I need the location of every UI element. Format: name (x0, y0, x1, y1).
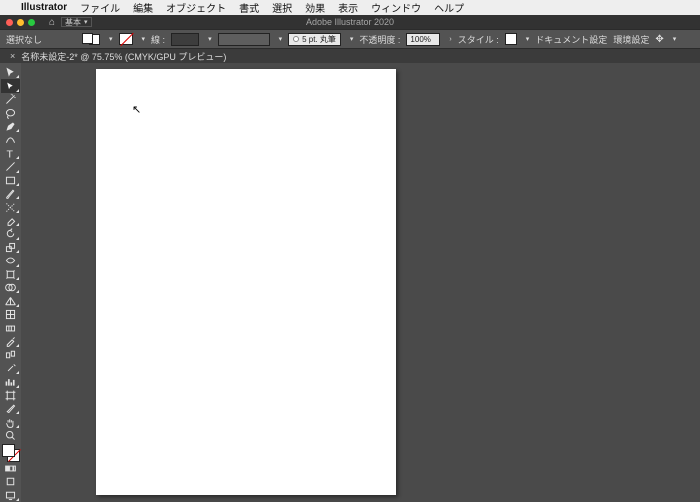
document-tab-label: 名称未設定-2* @ 75.75% (CMYK/GPU プレビュー) (21, 50, 226, 63)
selection-tool[interactable] (1, 66, 20, 79)
eraser-tool[interactable] (1, 214, 20, 227)
preferences-button[interactable]: 環境設定 (613, 33, 649, 46)
svg-text:T: T (6, 148, 13, 159)
color-mode-toggle[interactable] (1, 462, 20, 475)
chevron-down-icon[interactable]: ▾ (350, 35, 354, 43)
stroke-weight-input[interactable] (171, 33, 199, 46)
document-setup-button[interactable]: ドキュメント設定 (535, 33, 607, 46)
curvature-tool[interactable] (1, 133, 20, 146)
stroke-none-swatch[interactable] (119, 33, 133, 45)
chevron-down-icon[interactable]: ▾ (208, 35, 212, 43)
scale-tool[interactable] (1, 241, 20, 254)
column-graph-tool[interactable] (1, 375, 20, 388)
variable-width-profile[interactable] (218, 33, 270, 46)
canvas-area[interactable]: ↖ (21, 63, 700, 502)
maximize-icon[interactable] (28, 19, 35, 26)
eyedropper-tool[interactable] (1, 335, 20, 348)
window-title: Adobe Illustrator 2020 (306, 17, 394, 27)
screen-mode-toggle[interactable] (1, 489, 20, 502)
menu-window[interactable]: ウィンドウ (371, 0, 421, 15)
document-tab[interactable]: × 名称未設定-2* @ 75.75% (CMYK/GPU プレビュー) (0, 49, 236, 63)
magic-wand-tool[interactable] (1, 93, 20, 106)
menu-effect[interactable]: 効果 (305, 0, 325, 15)
menu-file[interactable]: ファイル (80, 0, 120, 15)
minimize-icon[interactable] (17, 19, 24, 26)
graphic-style-swatch[interactable] (505, 33, 517, 45)
fill-stroke-swatch[interactable] (82, 33, 100, 45)
macos-menubar: Illustrator ファイル 編集 オブジェクト 書式 選択 効果 表示 ウ… (0, 0, 700, 15)
hand-tool[interactable] (1, 415, 20, 428)
cursor-icon: ↖ (132, 103, 141, 116)
paintbrush-tool[interactable] (1, 187, 20, 200)
menu-help[interactable]: ヘルプ (434, 0, 464, 15)
shaper-tool[interactable] (1, 200, 20, 213)
menu-object[interactable]: オブジェクト (166, 0, 226, 15)
gradient-tool[interactable] (1, 321, 20, 334)
free-transform-tool[interactable] (1, 268, 20, 281)
brush-definition[interactable]: 5 pt. 丸筆 (288, 33, 341, 46)
close-icon[interactable] (6, 19, 13, 26)
mesh-tool[interactable] (1, 308, 20, 321)
opacity-label: 不透明度 : (359, 33, 400, 46)
selection-status: 選択なし (6, 33, 42, 46)
close-tab-icon[interactable]: × (10, 51, 15, 61)
rectangle-tool[interactable] (1, 174, 20, 187)
lasso-tool[interactable] (1, 106, 20, 119)
rotate-tool[interactable] (1, 227, 20, 240)
menu-view[interactable]: 表示 (338, 0, 358, 15)
type-tool[interactable]: T (1, 147, 20, 160)
chevron-down-icon[interactable]: ▾ (526, 35, 530, 43)
workspace-label: 基本 (65, 17, 81, 28)
menu-edit[interactable]: 編集 (133, 0, 153, 15)
artboard-tool[interactable] (1, 389, 20, 402)
app-menu[interactable]: Illustrator (21, 2, 67, 13)
brush-tip-icon (293, 36, 299, 42)
workspace: T ↖ (0, 63, 700, 502)
chevron-down-icon[interactable]: ▾ (142, 35, 146, 43)
brush-definition-label: 5 pt. 丸筆 (302, 34, 336, 45)
pen-tool[interactable] (1, 120, 20, 133)
draw-mode-toggle[interactable] (1, 475, 20, 488)
chevron-down-icon[interactable]: ▾ (279, 35, 283, 43)
artboard[interactable]: ↖ (96, 69, 396, 495)
tool-panel: T (0, 63, 21, 502)
zoom-tool[interactable] (1, 429, 20, 442)
gear-icon[interactable]: ✥ (655, 34, 663, 45)
stroke-weight-label: 線 : (151, 33, 165, 46)
traffic-lights (6, 19, 35, 26)
perspective-grid-tool[interactable] (1, 294, 20, 307)
chevron-down-icon[interactable]: ▾ (673, 35, 677, 43)
control-bar: 選択なし ▾ ▾ 線 : ▾ ▾ 5 pt. 丸筆 ▾ 不透明度 : 100% … (0, 29, 700, 49)
menu-type[interactable]: 書式 (239, 0, 259, 15)
blend-tool[interactable] (1, 348, 20, 361)
direct-selection-tool[interactable] (1, 79, 20, 92)
symbol-sprayer-tool[interactable] (1, 362, 20, 375)
fill-stroke-indicator[interactable] (2, 444, 20, 461)
width-tool[interactable] (1, 254, 20, 267)
shape-builder-tool[interactable] (1, 281, 20, 294)
document-tab-bar: × 名称未設定-2* @ 75.75% (CMYK/GPU プレビュー) (0, 49, 700, 63)
style-label: スタイル : (458, 33, 499, 46)
slice-tool[interactable] (1, 402, 20, 415)
line-tool[interactable] (1, 160, 20, 173)
chevron-right-icon[interactable]: › (449, 36, 451, 43)
chevron-down-icon[interactable]: ▾ (109, 35, 113, 43)
menu-select[interactable]: 選択 (272, 0, 292, 15)
window-titlebar: ⌂ 基本▾ Adobe Illustrator 2020 (0, 15, 700, 29)
workspace-switcher[interactable]: 基本▾ (61, 17, 92, 27)
home-icon[interactable]: ⌂ (49, 17, 55, 28)
opacity-input[interactable]: 100% (406, 33, 440, 46)
